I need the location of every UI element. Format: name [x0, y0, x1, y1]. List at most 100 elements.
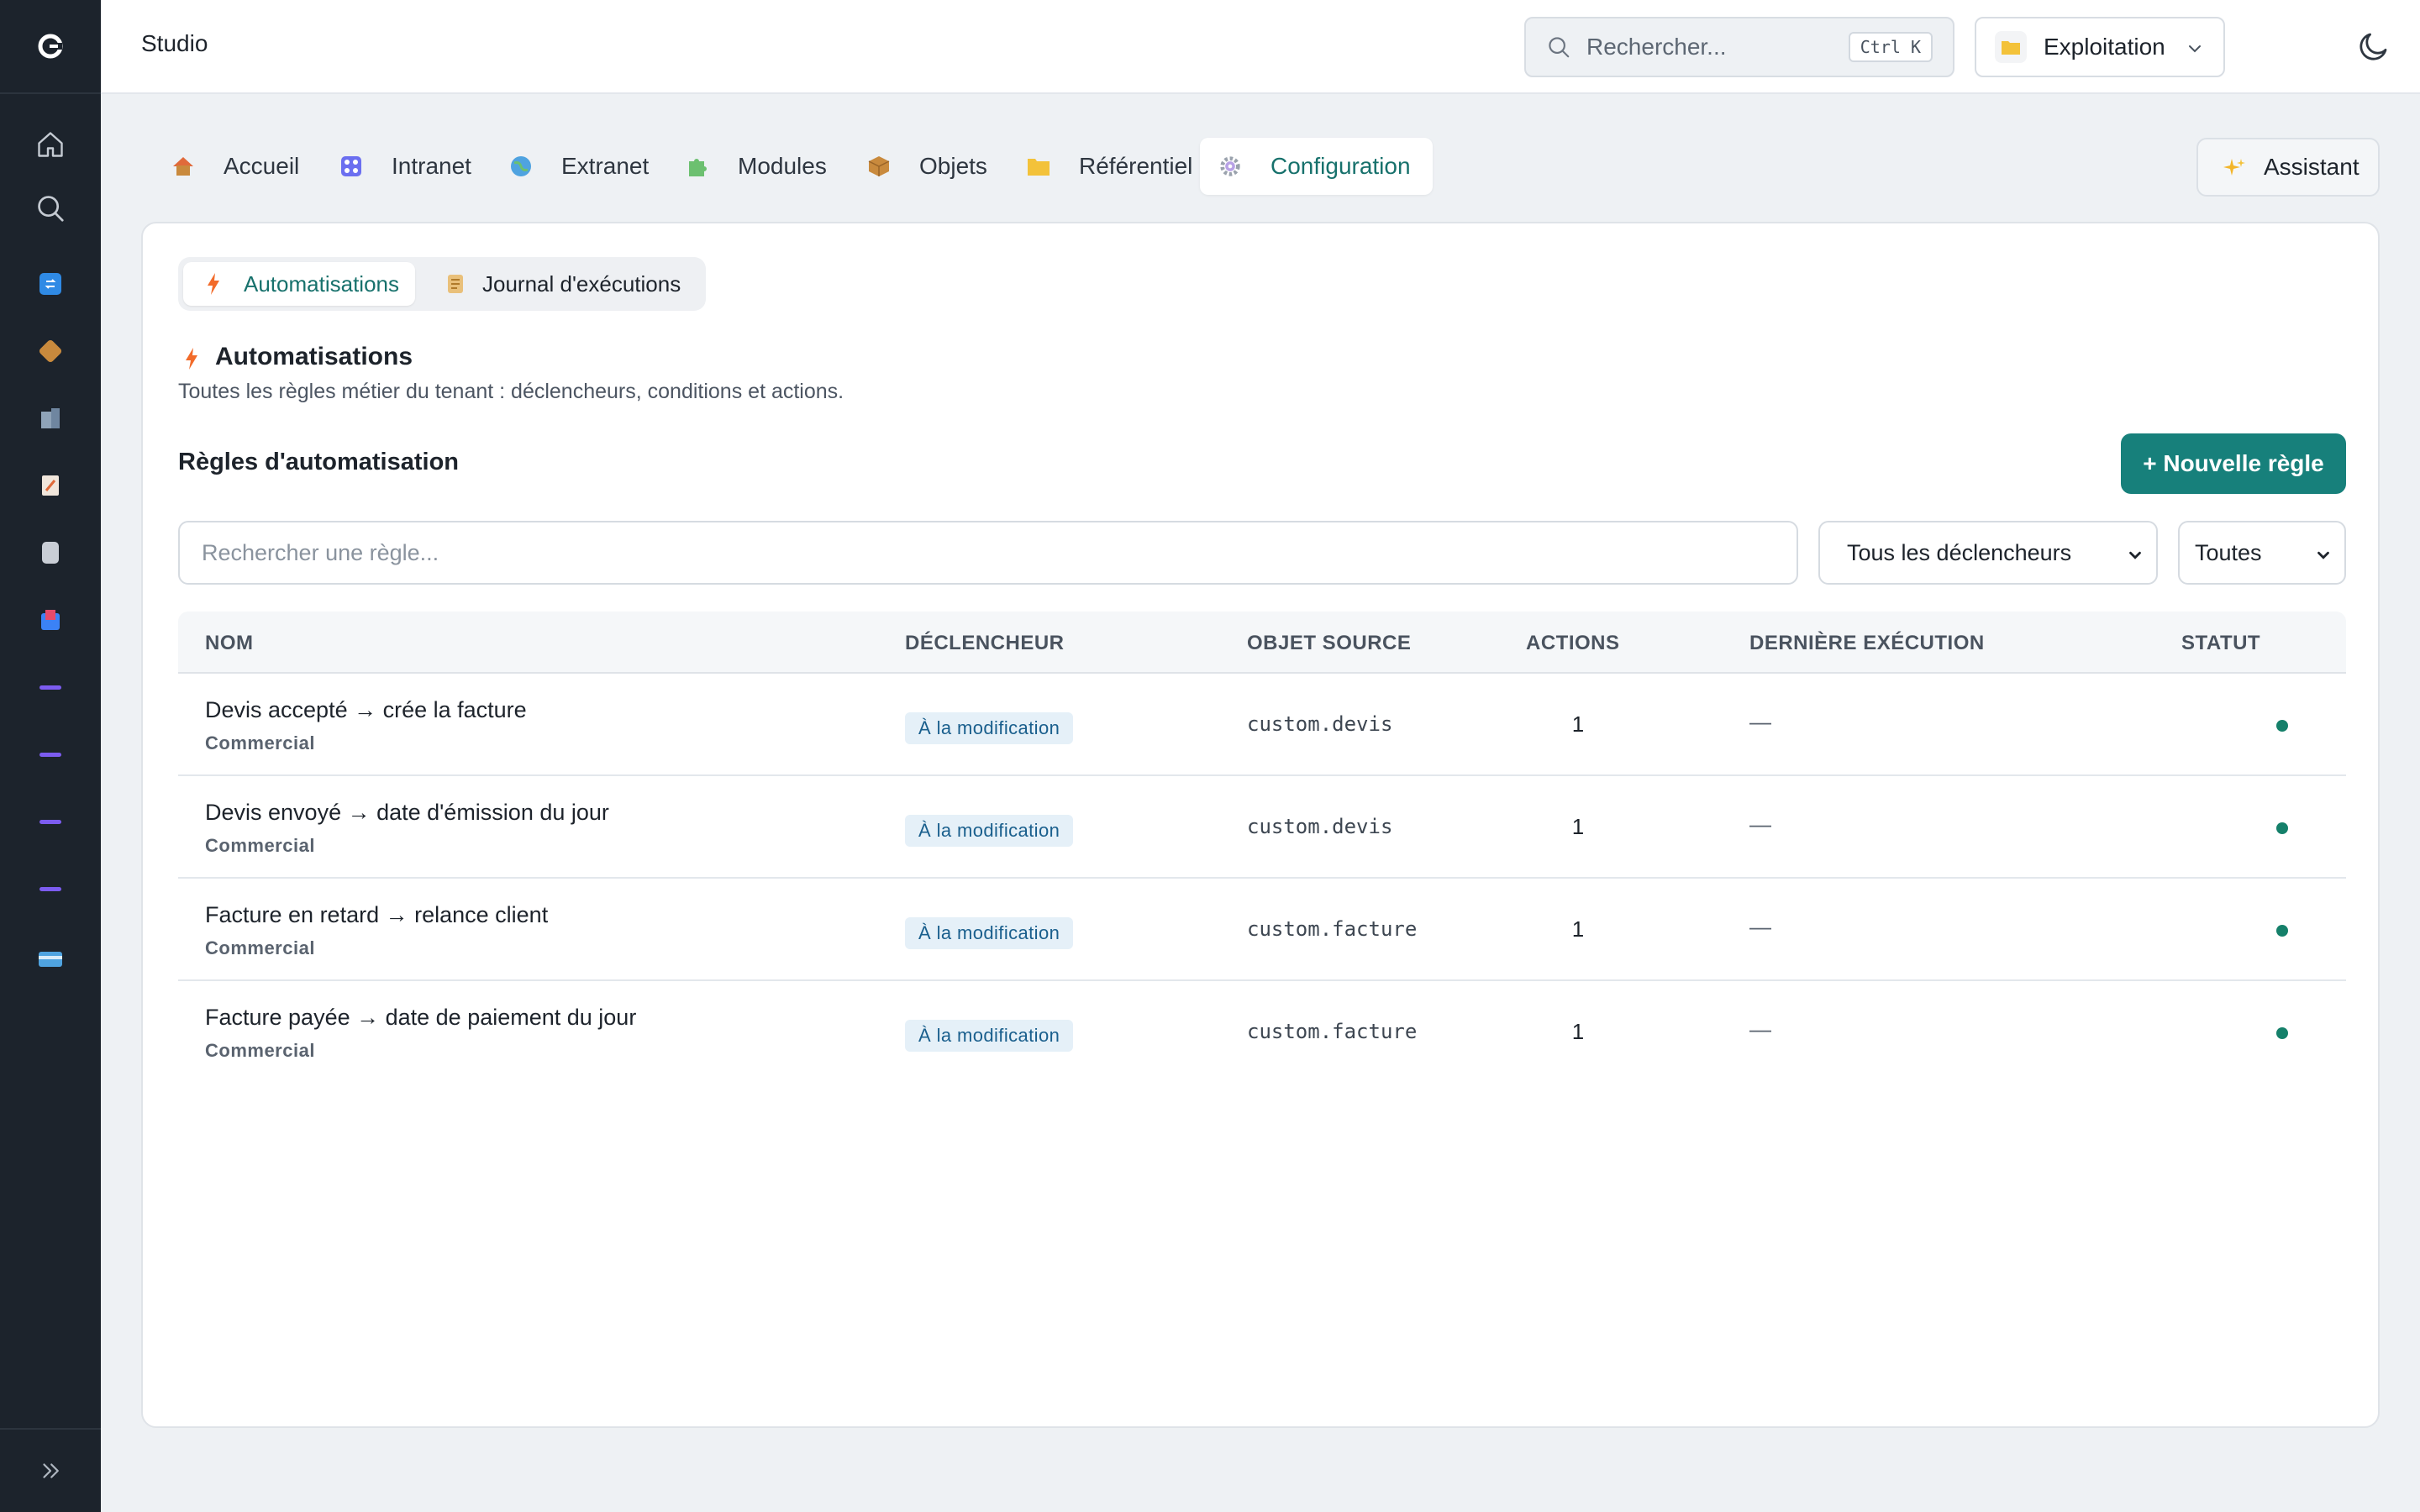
rule-category: Commercial: [205, 1040, 315, 1061]
source-object: custom.facture: [1247, 1020, 1418, 1043]
dash-icon: [39, 685, 61, 690]
box-icon: [867, 155, 891, 178]
rule-search-input[interactable]: Rechercher une règle...: [178, 521, 1798, 585]
subtab-automatisations[interactable]: Automatisations: [183, 262, 415, 306]
tab-label: Configuration: [1270, 153, 1411, 179]
rule-name: Devis accepté → crée la facture: [205, 697, 527, 722]
tab-configuration[interactable]: Configuration: [1200, 138, 1433, 195]
theme-toggle[interactable]: [2356, 29, 2391, 68]
folder-icon: [1027, 155, 1050, 178]
column-header-name[interactable]: NOM: [205, 632, 254, 655]
new-rule-button[interactable]: + Nouvelle règle: [2121, 433, 2346, 494]
rules-heading: Règles d'automatisation: [178, 449, 460, 475]
sidebar-item-dash-2[interactable]: [30, 734, 71, 774]
status-dot: [2276, 925, 2288, 937]
source-object: custom.facture: [1247, 917, 1418, 941]
refresh-icon: [39, 273, 61, 295]
tab-label: Accueil: [224, 153, 300, 179]
notebook-icon: [42, 542, 59, 564]
lightning-icon: [205, 272, 222, 302]
assistant-button[interactable]: Assistant: [2196, 138, 2380, 197]
rule-name: Facture payée → date de paiement du jour: [205, 1005, 637, 1030]
tab-modules[interactable]: Modules: [667, 138, 849, 195]
source-object: custom.devis: [1247, 712, 1393, 736]
table-header: NOM DÉCLENCHEUR OBJET SOURCE ACTIONS DER…: [178, 612, 2346, 674]
tab-label: Intranet: [392, 153, 471, 179]
search-icon: [1549, 37, 1570, 58]
moon-icon: [2360, 33, 2387, 60]
sidebar-item-home[interactable]: [30, 124, 71, 165]
document-icon: [42, 475, 59, 496]
dash-icon: [39, 752, 61, 757]
tab-accueil[interactable]: Accueil: [153, 138, 321, 195]
sidebar-item-dash-4[interactable]: [30, 869, 71, 909]
tab-extranet[interactable]: Extranet: [491, 138, 671, 195]
house-icon: [171, 155, 195, 178]
sidebar-item-dash-1[interactable]: [30, 667, 71, 707]
sidebar-expand-button[interactable]: [0, 1428, 101, 1512]
section-title: Automatisations: [215, 343, 413, 370]
trigger-filter-select[interactable]: Tous les déclencheurs: [1818, 521, 2158, 585]
column-header-actions[interactable]: ACTIONS: [1526, 632, 1620, 655]
last-run: —: [1749, 709, 1771, 734]
subtab-journal[interactable]: Journal d'exécutions: [422, 262, 701, 306]
building-icon: [41, 408, 60, 428]
shortcut-badge: Ctrl K: [1848, 32, 1933, 62]
sidebar-item-flows[interactable]: [30, 264, 71, 304]
logo-icon: [38, 34, 63, 59]
status-dot: [2276, 720, 2288, 732]
dash-icon: [39, 819, 61, 824]
column-header-object[interactable]: OBJET SOURCE: [1247, 632, 1411, 655]
search-icon: [38, 196, 64, 222]
trigger-badge: À la modification: [905, 815, 1074, 847]
source-object: custom.devis: [1247, 815, 1393, 838]
subtab-label: Automatisations: [244, 270, 399, 297]
inbox-icon: [41, 610, 60, 630]
tab-label: Extranet: [561, 153, 650, 179]
column-header-status[interactable]: STATUT: [2181, 632, 2260, 655]
lightning-icon: [183, 346, 200, 375]
folder-icon: [1995, 31, 2027, 63]
sidebar-item-inbox[interactable]: [30, 600, 71, 640]
trigger-filter-value: Tous les déclencheurs: [1847, 539, 2072, 565]
table-row[interactable]: Devis envoyé → date d'émission du jour C…: [178, 776, 2346, 879]
column-header-last-run[interactable]: DERNIÈRE EXÉCUTION: [1749, 632, 1985, 655]
last-run: —: [1749, 811, 1771, 837]
status-filter-select[interactable]: Toutes: [2178, 521, 2346, 585]
last-run: —: [1749, 914, 1771, 939]
rule-category: Commercial: [205, 732, 315, 753]
tab-intranet[interactable]: Intranet: [321, 138, 493, 195]
tab-objets[interactable]: Objets: [849, 138, 1009, 195]
sidebar-item-dash-3[interactable]: [30, 801, 71, 842]
app-logo[interactable]: [0, 0, 101, 94]
trigger-badge: À la modification: [905, 712, 1074, 744]
sidebar-item-notebook[interactable]: [30, 533, 71, 573]
tab-label: Référentiel: [1079, 153, 1193, 179]
search-placeholder: Rechercher...: [1586, 34, 1727, 60]
chevron-down-icon: [2189, 45, 2201, 53]
section-description: Toutes les règles métier du tenant : déc…: [178, 380, 844, 403]
app-brand: Studio: [141, 30, 208, 56]
status-dot: [2276, 822, 2288, 834]
sidebar-item-billing[interactable]: [30, 939, 71, 979]
content-card: Automatisations Journal d'exécutions Aut…: [141, 222, 2380, 1428]
sidebar-item-objects[interactable]: [30, 331, 71, 371]
column-header-trigger[interactable]: DÉCLENCHEUR: [905, 632, 1065, 655]
chevron-down-icon: [2129, 551, 2141, 559]
tab-label: Modules: [738, 153, 827, 179]
chevrons-right-icon: [43, 1463, 59, 1478]
table-row[interactable]: Devis accepté → crée la facture Commerci…: [178, 674, 2346, 776]
status-dot: [2276, 1027, 2288, 1039]
chevron-down-icon: [2317, 551, 2329, 559]
table-row[interactable]: Facture payée → date de paiement du jour…: [178, 981, 2346, 1084]
table-row[interactable]: Facture en retard → relance client Comme…: [178, 879, 2346, 981]
tab-referentiel[interactable]: Référentiel: [1008, 138, 1214, 195]
sidebar-item-documents[interactable]: [30, 465, 71, 506]
globe-icon: [509, 155, 533, 178]
global-search-input[interactable]: Rechercher... Ctrl K: [1524, 17, 1954, 77]
sidebar-item-search[interactable]: [30, 188, 71, 228]
last-run: —: [1749, 1016, 1771, 1042]
sidebar-item-companies[interactable]: [30, 398, 71, 438]
actions-count: 1: [1571, 711, 1585, 737]
environment-select[interactable]: Exploitation: [1975, 17, 2225, 77]
